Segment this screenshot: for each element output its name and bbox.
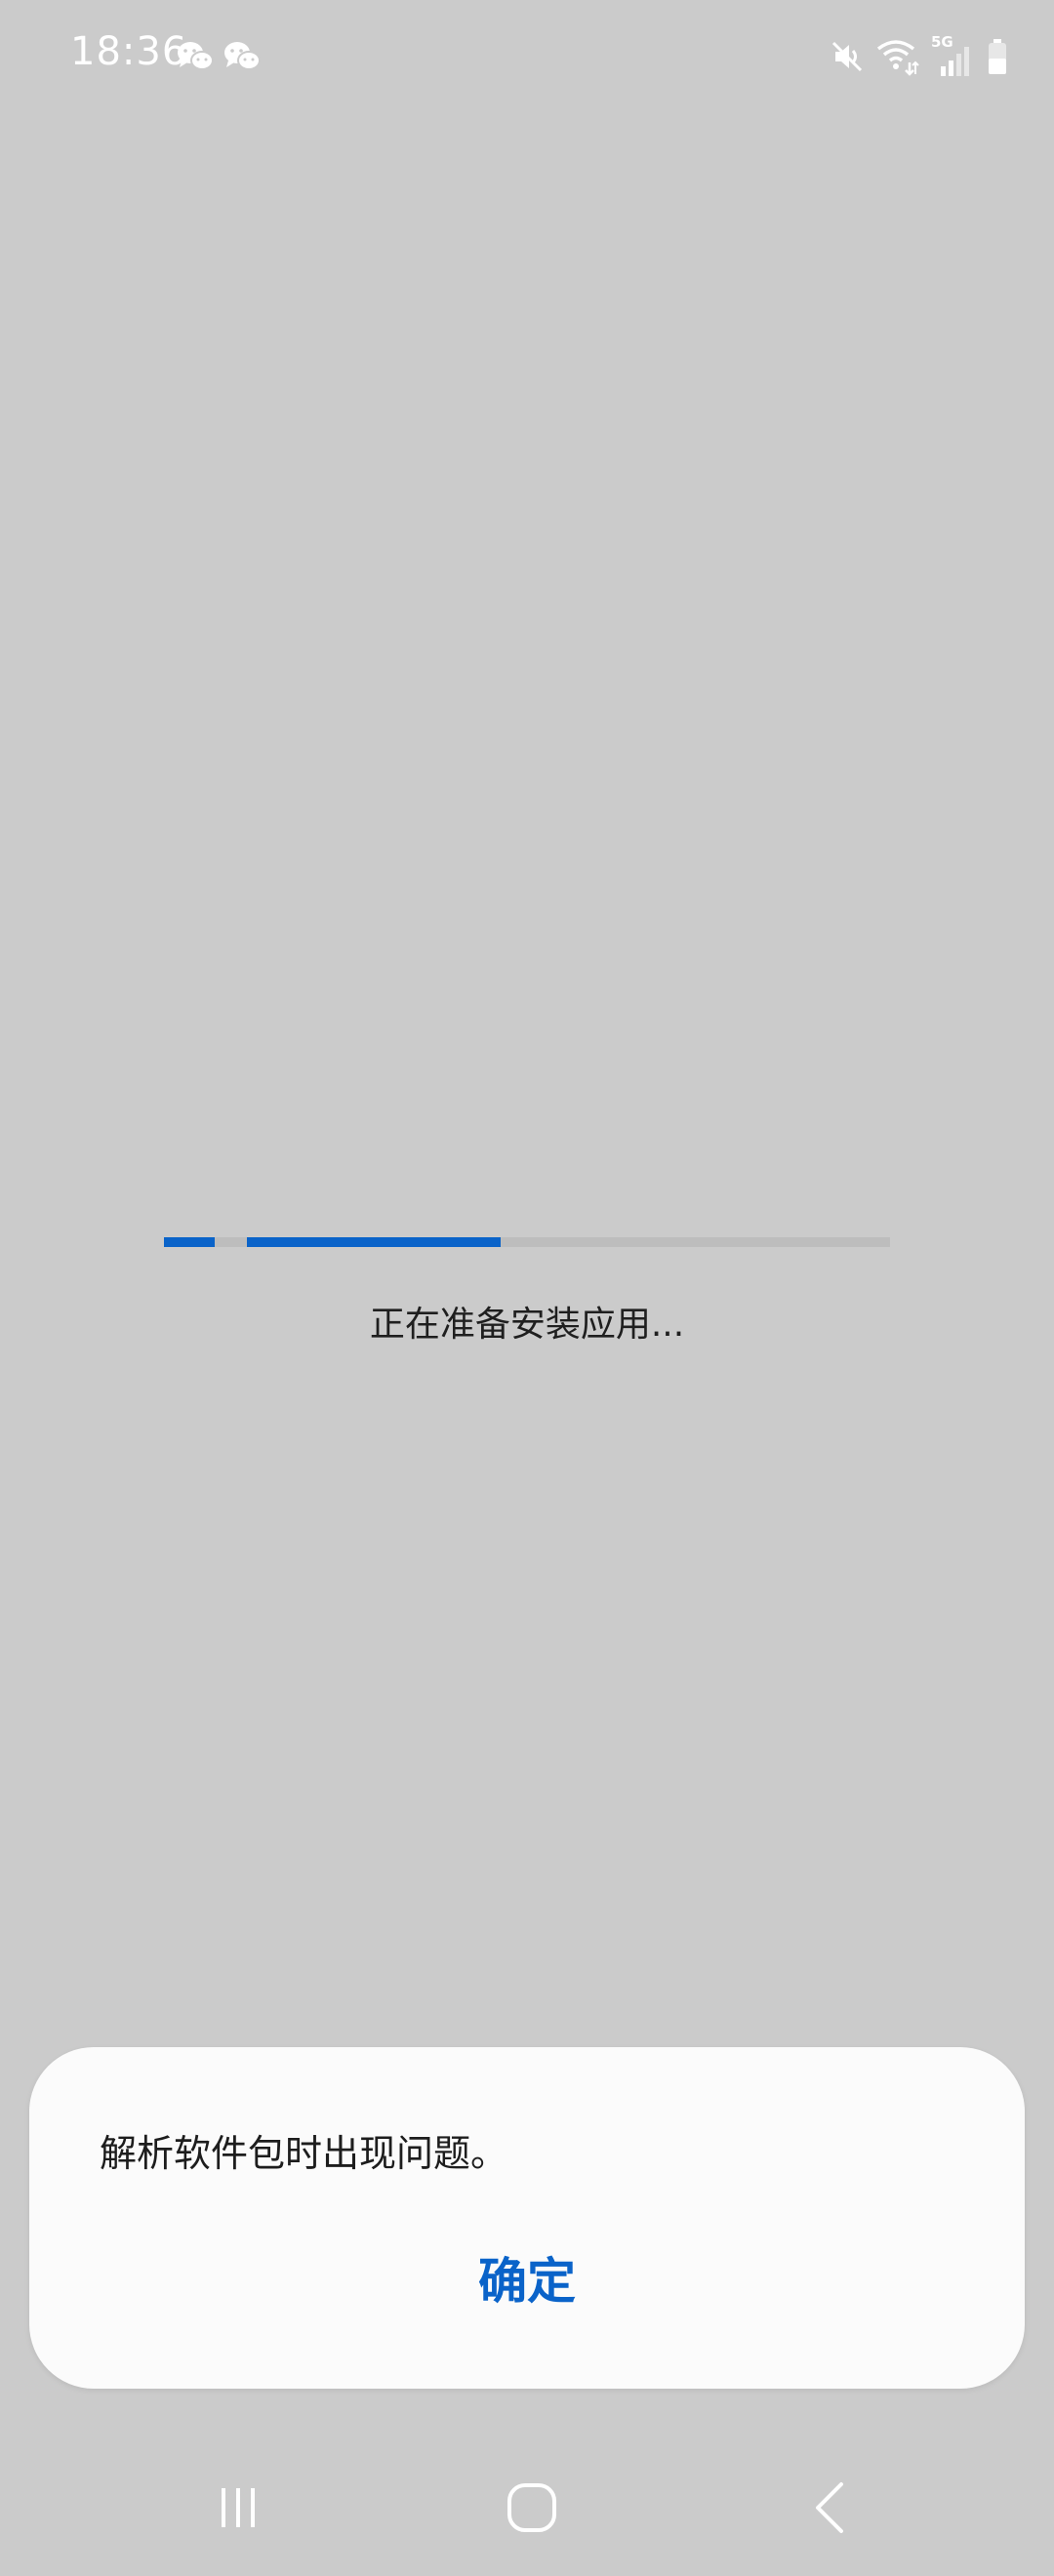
status-icons: 5G: [830, 33, 1009, 78]
install-status-text: 正在准备安装应用...: [369, 1305, 685, 1345]
ok-button[interactable]: 确定: [29, 2242, 1025, 2320]
recent-apps-button[interactable]: [199, 2469, 277, 2547]
home-icon: [507, 2483, 556, 2532]
signal-icon: 5G: [931, 33, 974, 76]
wechat-icon: [224, 42, 261, 70]
battery-icon: [989, 39, 1006, 74]
progress-indicator-segment: [164, 1237, 215, 1247]
error-dialog: 解析软件包时出现问题。 确定: [29, 2047, 1025, 2389]
wechat-icon: [178, 42, 214, 70]
dialog-message: 解析软件包时出现问题。: [100, 2132, 508, 2175]
recent-apps-icon: [222, 2488, 255, 2527]
status-time: 18:36: [70, 29, 188, 74]
back-button[interactable]: [790, 2469, 869, 2547]
back-icon: [816, 2482, 843, 2533]
mute-icon: [831, 41, 863, 72]
wifi-icon: [876, 40, 919, 76]
home-button[interactable]: [493, 2469, 571, 2547]
status-bar: 18:36 5G: [0, 0, 1054, 117]
progress-indicator-bar: [247, 1237, 501, 1247]
navigation-bar: [0, 2449, 1054, 2566]
